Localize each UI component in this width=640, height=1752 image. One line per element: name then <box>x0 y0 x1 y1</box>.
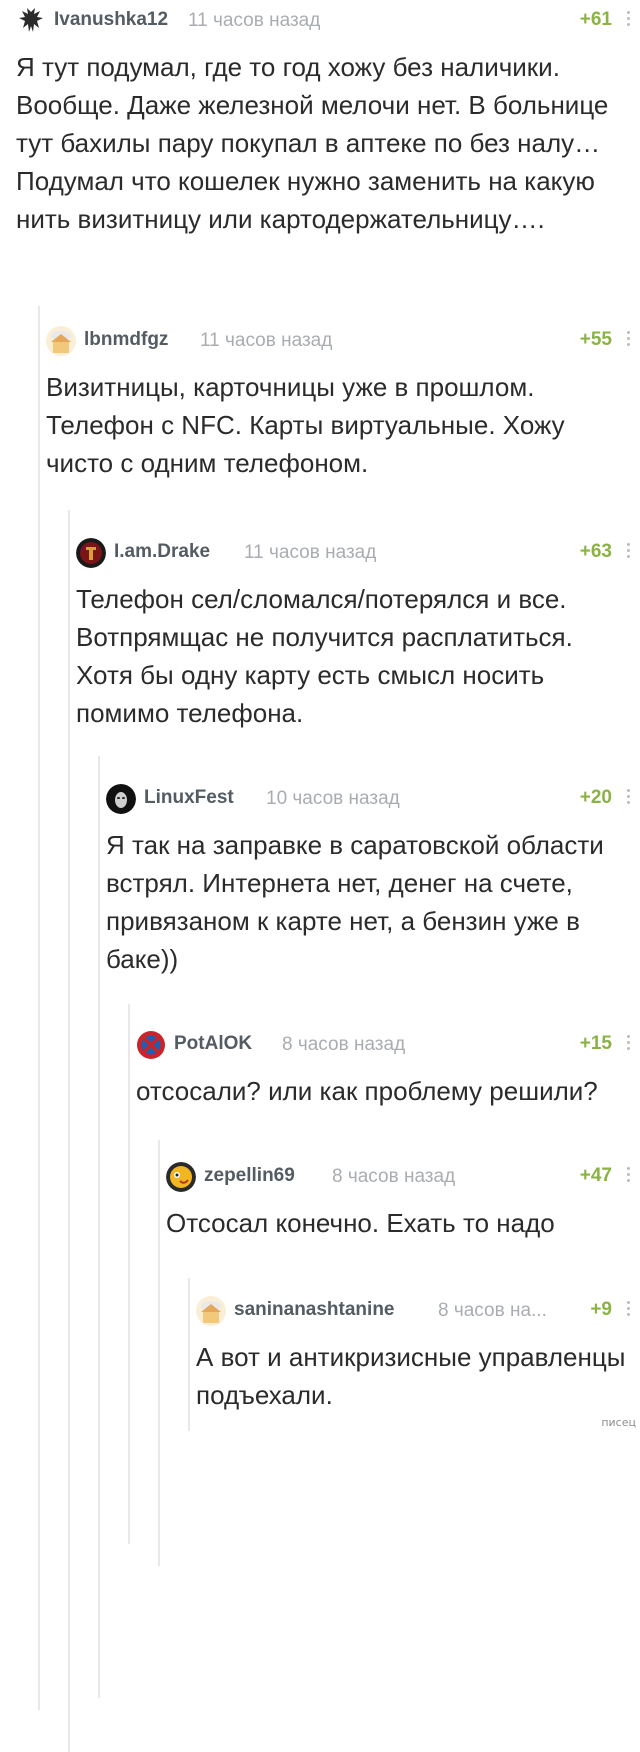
comment: lbnmdfgz 11 часов назад +55 Визитницы, к… <box>38 306 640 1710</box>
thread-line[interactable] <box>98 756 100 1698</box>
author-name[interactable]: PotAlOK <box>174 1033 252 1055</box>
comment-time[interactable]: 8 часов назад <box>332 1166 455 1188</box>
comment-rating: +63 <box>579 541 612 562</box>
comment: zepellin69 8 часов назад +47 Отсосал кон… <box>158 1140 640 1566</box>
comment-rating: +47 <box>579 1165 612 1186</box>
comment: saninanashtanine 8 часов на... +9 А вот … <box>188 1278 640 1431</box>
comment-rating: +55 <box>579 329 612 350</box>
more-options-icon[interactable] <box>624 1298 632 1320</box>
comment-text: отсосали? или как проблему решили? <box>136 1076 598 1106</box>
comment-header: Ivanushka12 11 часов назад +61 <box>16 0 640 40</box>
comment-text: Отсосал конечно. Ехать то надо <box>166 1208 555 1238</box>
more-options-icon[interactable] <box>624 328 632 350</box>
comment-header: saninanashtanine 8 часов на... +9 <box>196 1290 640 1330</box>
comment-header: PotAlOK 8 часов назад +15 <box>136 1024 640 1064</box>
comment-text: Визитницы, карточницы уже в прошлом. Тел… <box>46 372 565 478</box>
author-name[interactable]: zepellin69 <box>204 1165 295 1187</box>
more-options-icon[interactable] <box>624 540 632 562</box>
author-name[interactable]: I.am.Drake <box>114 541 210 563</box>
more-options-icon[interactable] <box>624 786 632 808</box>
watermark: писец <box>601 1416 636 1429</box>
comment-text: Телефон сел/сломался/потерялся и все. Во… <box>76 584 573 728</box>
thread-line[interactable] <box>158 1140 160 1566</box>
comment-rating: +20 <box>579 787 612 808</box>
comment-header: zepellin69 8 часов назад +47 <box>166 1156 640 1196</box>
comment-time[interactable]: 11 часов назад <box>200 330 332 352</box>
hooded-mask-avatar-icon[interactable] <box>106 784 136 814</box>
default-house-avatar-icon[interactable] <box>196 1296 226 1326</box>
thread-line[interactable] <box>128 1004 130 1544</box>
comment-time[interactable]: 8 часов назад <box>282 1034 405 1056</box>
author-name[interactable]: lbnmdfgz <box>84 329 168 351</box>
more-options-icon[interactable] <box>624 8 632 30</box>
thread-line[interactable] <box>68 510 70 1752</box>
comment-text: Я так на заправке в саратовской области … <box>106 830 604 974</box>
comment: LinuxFest 10 часов назад +20 Я так на за… <box>98 756 640 1698</box>
dark-winged-creature-icon[interactable] <box>16 6 46 36</box>
comment: PotAlOK 8 часов назад +15 отсосали? или … <box>128 1004 640 1544</box>
red-emblem-avatar-icon[interactable] <box>76 538 106 568</box>
comment-header: LinuxFest 10 часов назад +20 <box>106 778 640 818</box>
comment: Ivanushka12 11 часов назад +61 Я тут под… <box>16 0 640 300</box>
yellow-blob-avatar-icon[interactable] <box>166 1162 196 1192</box>
author-name[interactable]: LinuxFest <box>144 787 234 809</box>
no-parking-sign-avatar-icon[interactable] <box>136 1030 166 1060</box>
comment-text: А вот и антикризисные управленцы подъеха… <box>196 1342 626 1410</box>
more-options-icon[interactable] <box>624 1164 632 1186</box>
comment-time[interactable]: 11 часов назад <box>188 10 320 32</box>
comment-rating: +15 <box>579 1033 612 1054</box>
author-name[interactable]: Ivanushka12 <box>54 9 168 31</box>
thread-line[interactable] <box>38 306 40 1710</box>
comment-rating: +9 <box>590 1299 612 1320</box>
comment-time[interactable]: 8 часов на... <box>438 1300 547 1322</box>
comment-text: Я тут подумал, где то год хожу без налич… <box>16 52 609 234</box>
comment-time[interactable]: 10 часов назад <box>266 788 400 810</box>
default-house-avatar-icon[interactable] <box>46 326 76 356</box>
comment-header: lbnmdfgz 11 часов назад +55 <box>46 320 640 360</box>
comment-header: I.am.Drake 11 часов назад +63 <box>76 532 640 572</box>
author-name[interactable]: saninanashtanine <box>234 1299 395 1321</box>
comment: I.am.Drake 11 часов назад +63 Телефон се… <box>68 510 640 1752</box>
thread-line[interactable] <box>188 1278 190 1431</box>
comment-time[interactable]: 11 часов назад <box>244 542 376 564</box>
comment-rating: +61 <box>579 9 612 30</box>
more-options-icon[interactable] <box>624 1032 632 1054</box>
